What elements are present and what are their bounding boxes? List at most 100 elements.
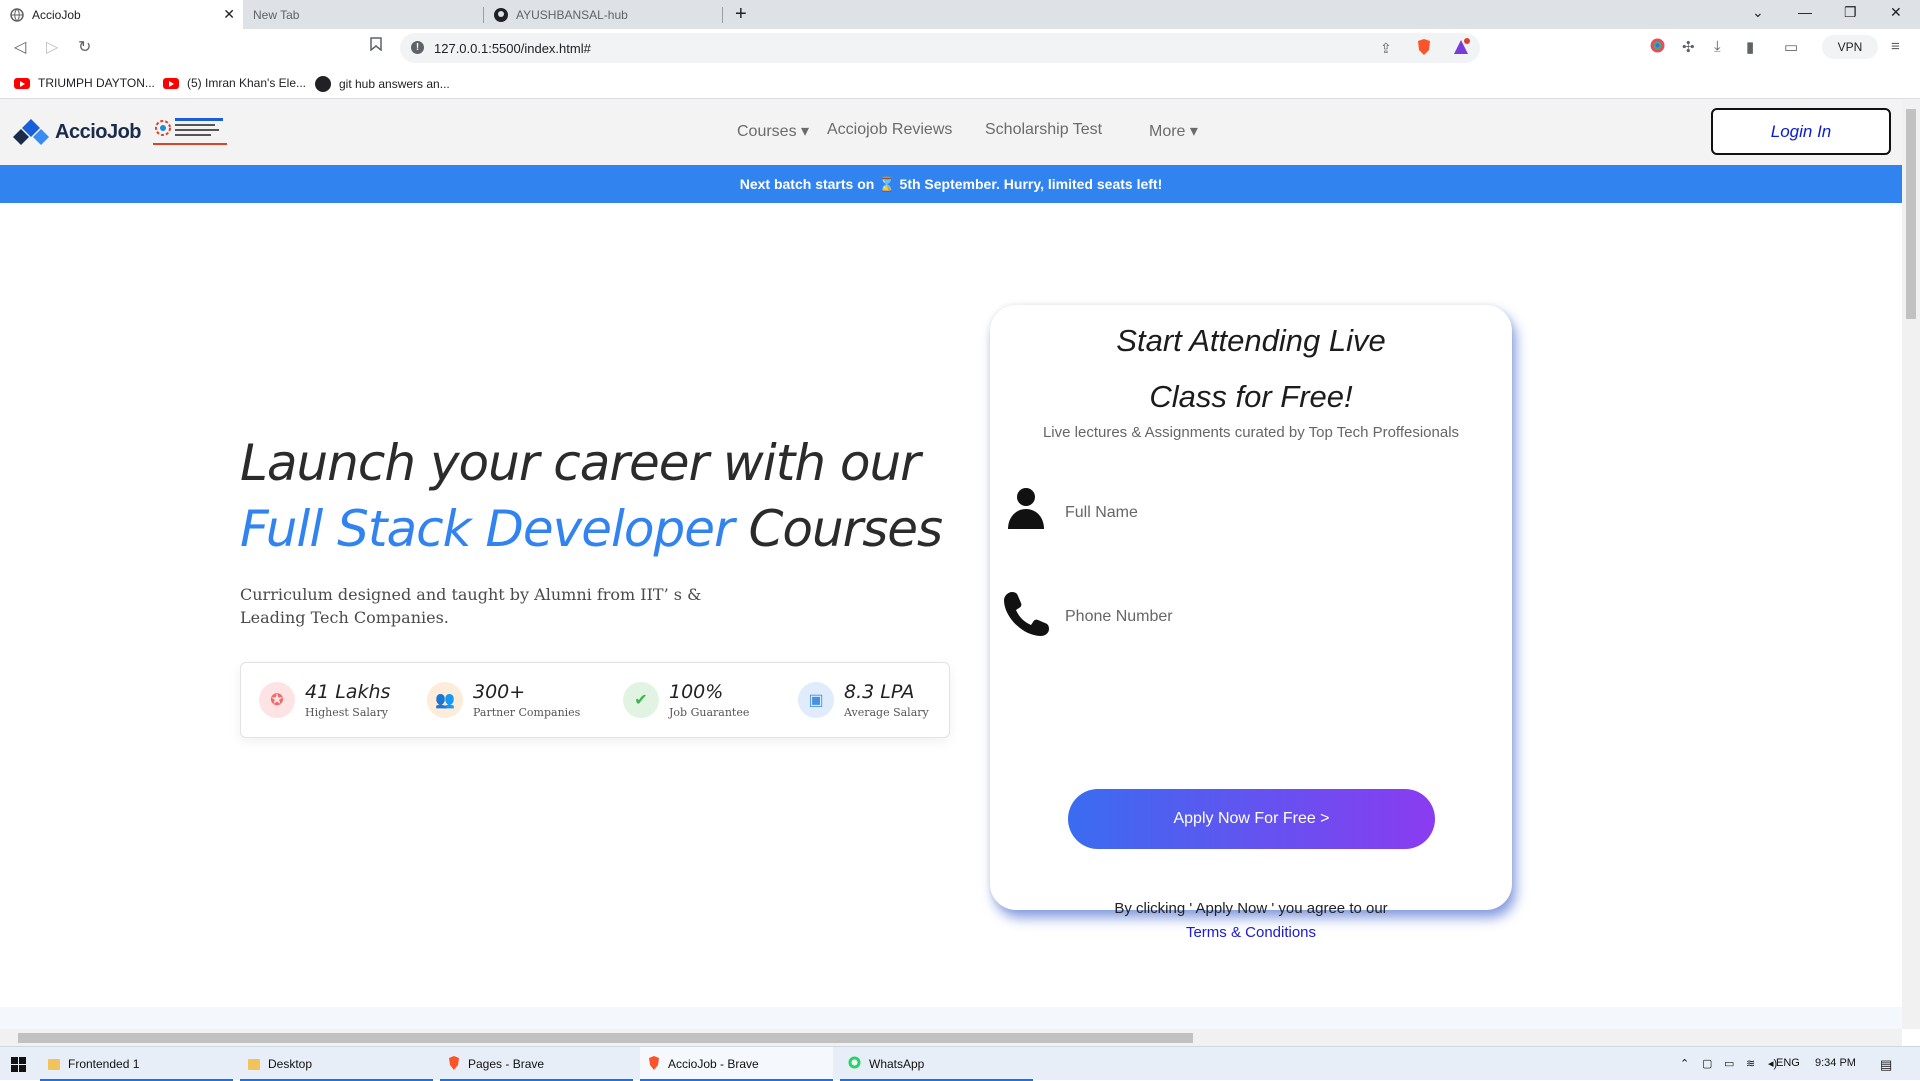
signup-form-card: Start Attending Live Class for Free! Liv… xyxy=(990,305,1512,941)
notifications-icon[interactable]: ▤ xyxy=(1880,1057,1892,1073)
full-name-input[interactable] xyxy=(1065,498,1485,528)
windows-start-icon[interactable] xyxy=(11,1057,26,1077)
brave-icon xyxy=(448,1055,460,1073)
hero-line-2: Full Stack Developer Courses xyxy=(240,496,943,562)
minimize-icon[interactable]: — xyxy=(1798,4,1812,20)
phone-icon xyxy=(1004,590,1050,641)
taskbar-label: Frontended 1 xyxy=(68,1057,140,1071)
back-icon[interactable]: ◁ xyxy=(14,37,26,57)
tab-acciojob[interactable]: AccioJob ✕ xyxy=(0,0,243,29)
nsdc-logo xyxy=(153,114,229,155)
nav-scholarship[interactable]: Scholarship Test xyxy=(985,121,1102,139)
tab-title: AYUSHBANSAL-hub xyxy=(516,7,628,22)
taskbar-label: Pages - Brave xyxy=(468,1057,545,1071)
site-navbar: AccioJob Courses ▾ Acciojob Reviews Scho… xyxy=(0,99,1902,165)
meet-now-icon[interactable]: ▢ xyxy=(1702,1057,1712,1070)
browser-toolbar: ◁ ▷ ↻ ! 127.0.0.1:5500/index.html# ⇪ ✣ ⤓… xyxy=(0,29,1920,67)
bookmark-item[interactable]: (5) Imran Khan's Ele... xyxy=(163,76,306,90)
new-tab-plus-icon[interactable]: + xyxy=(735,3,747,26)
tab-github[interactable]: AYUSHBANSAL-hub xyxy=(484,0,724,29)
lang-indicator[interactable]: ENG xyxy=(1776,1057,1800,1069)
bookmark-item[interactable]: git hub answers an... xyxy=(315,76,450,92)
terms-link[interactable]: Terms & Conditions xyxy=(990,921,1512,945)
taskbar-item-desktop[interactable]: Desktop xyxy=(240,1047,433,1081)
stats-card: ✪ 41 Lakhs Highest Salary 👥 300+ Partner C… xyxy=(240,662,950,738)
bookmark-icon[interactable] xyxy=(370,37,382,56)
menu-icon[interactable]: ≡ xyxy=(1891,38,1900,55)
folder-icon xyxy=(248,1058,260,1070)
bookmarks-bar: TRIUMPH DAYTON... (5) Imran Khan's Ele..… xyxy=(0,67,1920,99)
form-subtitle: Live lectures & Assignments curated by T… xyxy=(1042,424,1460,441)
taskbar-item-whatsapp[interactable]: WhatsApp xyxy=(840,1047,1033,1081)
bookmark-label: (5) Imran Khan's Ele... xyxy=(187,76,307,90)
hero-line-2-rest: Courses xyxy=(733,500,943,558)
nav-courses-label: Courses xyxy=(737,123,797,140)
close-tab-icon[interactable]: ✕ xyxy=(223,6,235,23)
url-text[interactable]: 127.0.0.1:5500/index.html# xyxy=(434,41,591,56)
extensions-icon[interactable]: ✣ xyxy=(1682,38,1695,56)
scrollbar-thumb[interactable] xyxy=(18,1033,1193,1043)
vertical-scrollbar[interactable] xyxy=(1902,99,1920,1029)
lang-label: ENG xyxy=(1776,1057,1800,1069)
nav-reviews-label: Acciojob Reviews xyxy=(827,121,953,138)
form-title: Start Attending Live Class for Free! xyxy=(990,313,1512,425)
hero-subtitle: Curriculum designed and taught by Alumni… xyxy=(240,585,702,627)
horizontal-scrollbar[interactable] xyxy=(0,1029,1902,1046)
medal-icon: ✪ xyxy=(259,682,295,718)
nav-scholarship-label: Scholarship Test xyxy=(985,121,1103,138)
site-info-icon[interactable]: ! xyxy=(411,41,424,54)
show-hidden-icons-chevron[interactable]: ⌃ xyxy=(1680,1057,1689,1070)
tab-search-chevron-icon[interactable]: ⌄ xyxy=(1752,4,1764,21)
taskbar-label: AccioJob - Brave xyxy=(668,1057,759,1071)
taskbar-label: Desktop xyxy=(268,1057,313,1071)
form-title-line-1: Start Attending Live xyxy=(1116,323,1386,358)
vpn-label: VPN xyxy=(1837,40,1863,54)
forward-icon[interactable]: ▷ xyxy=(46,37,58,57)
clock[interactable]: 9:34 PM xyxy=(1815,1057,1856,1069)
stat-value: 8.3 LPA xyxy=(844,681,915,703)
tab-strip: AccioJob ✕ New Tab AYUSHBANSAL-hub + ⌄ —… xyxy=(0,0,1920,29)
vpn-button[interactable]: VPN xyxy=(1822,35,1878,59)
battery-icon[interactable]: ▭ xyxy=(1724,1057,1734,1070)
people-icon: 👥 xyxy=(427,682,463,718)
wifi-icon[interactable]: ≋ xyxy=(1746,1057,1755,1070)
wallet-icon: ▣ xyxy=(798,682,834,718)
next-section-band xyxy=(0,1007,1902,1029)
login-button[interactable]: Login In xyxy=(1711,108,1891,155)
color-extension-icon[interactable] xyxy=(1650,38,1665,57)
taskbar-item-pages-brave[interactable]: Pages - Brave xyxy=(440,1047,633,1081)
brave-shield-icon[interactable] xyxy=(1416,38,1432,61)
whatsapp-icon xyxy=(848,1056,861,1072)
stat-highest-salary: ✪ 41 Lakhs Highest Salary xyxy=(259,681,390,719)
taskbar-label: WhatsApp xyxy=(869,1057,925,1071)
terms-notice: By clicking ' Apply Now ' you agree to o… xyxy=(990,897,1512,945)
bookmark-item[interactable]: TRIUMPH DAYTON... xyxy=(14,76,155,90)
share-icon[interactable]: ⇪ xyxy=(1380,40,1392,57)
brave-rewards-icon[interactable] xyxy=(1452,38,1470,61)
nav-reviews[interactable]: Acciojob Reviews xyxy=(827,121,952,139)
stat-label: Partner Companies xyxy=(473,706,581,719)
person-icon xyxy=(1004,485,1048,534)
restore-icon[interactable]: ❐ xyxy=(1844,4,1857,21)
caret-down-icon: ▾ xyxy=(1189,123,1198,140)
reload-icon[interactable]: ↻ xyxy=(78,37,91,57)
agree-text: By clicking ' Apply Now ' you agree to o… xyxy=(1114,900,1388,917)
hero-accent: Full Stack Developer xyxy=(240,500,735,558)
sidebar-icon[interactable]: ▮ xyxy=(1746,38,1754,56)
download-icon[interactable]: ⤓ xyxy=(1714,38,1721,55)
stat-job-guarantee: ✔ 100% Job Guarantee xyxy=(623,681,749,719)
acciojob-logo-icon xyxy=(13,119,49,145)
taskbar-item-frontended[interactable]: Frontended 1 xyxy=(40,1047,233,1081)
brave-icon xyxy=(648,1055,660,1073)
apply-now-button[interactable]: Apply Now For Free > xyxy=(1068,789,1435,849)
nav-courses[interactable]: Courses ▾ xyxy=(737,121,809,141)
close-window-icon[interactable]: ✕ xyxy=(1890,4,1902,21)
taskbar-item-acciojob-brave[interactable]: AccioJob - Brave xyxy=(640,1047,833,1081)
phone-number-input[interactable] xyxy=(1065,602,1485,632)
address-bar[interactable]: ! 127.0.0.1:5500/index.html# ⇪ xyxy=(400,33,1480,63)
nav-more[interactable]: More ▾ xyxy=(1149,121,1198,141)
tab-new-tab[interactable]: New Tab xyxy=(243,0,483,29)
acciojob-logo[interactable]: AccioJob xyxy=(13,117,142,147)
scrollbar-thumb[interactable] xyxy=(1906,109,1916,319)
wallet-toolbar-icon[interactable]: ▭ xyxy=(1784,38,1798,56)
